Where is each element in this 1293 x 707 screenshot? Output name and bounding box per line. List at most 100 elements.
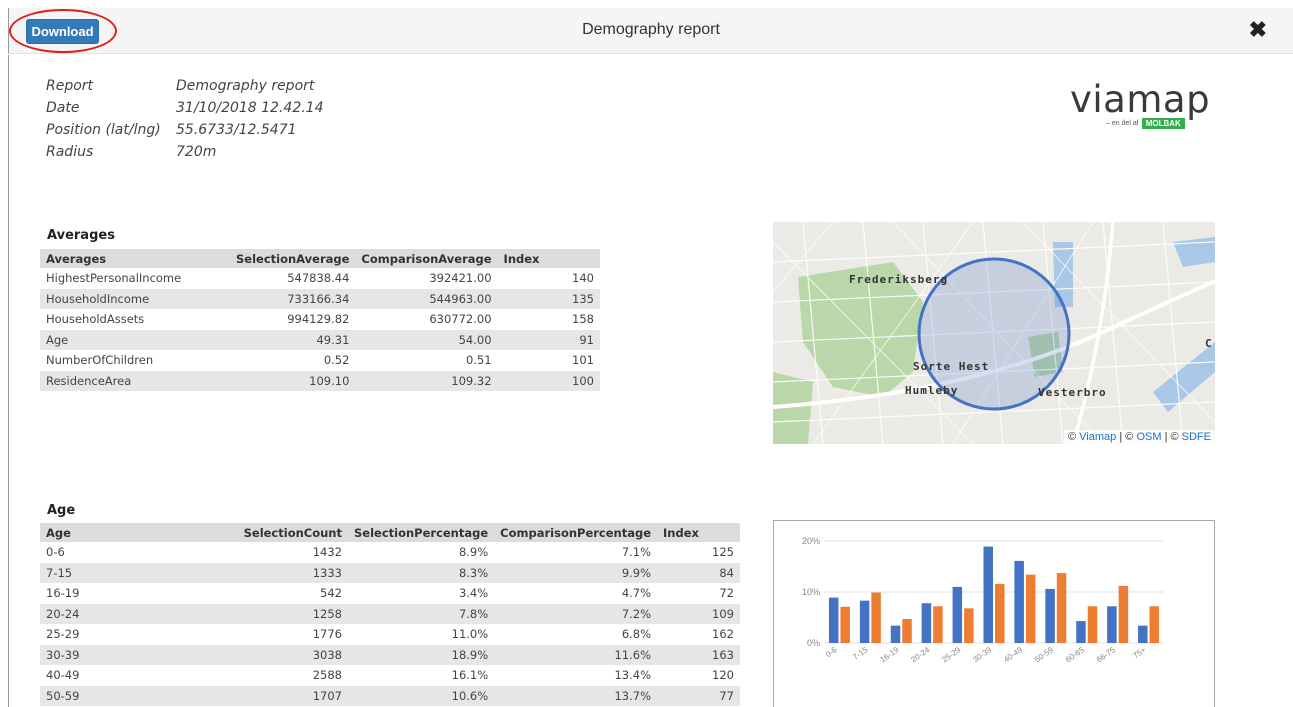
table-row: 40-49 2588 16.1% 13.4% 120 (40, 665, 740, 686)
table-row: 25-29 1776 11.0% 6.8% 162 (40, 624, 740, 645)
info-key: Report (46, 78, 94, 94)
table-cell: 733166.34 (230, 288, 356, 309)
sdfe-link[interactable]: SDFE (1182, 431, 1211, 443)
info-value: Demography report (176, 78, 315, 94)
table-cell: 1333 (230, 562, 348, 583)
col-header: Averages (40, 249, 230, 268)
metric-label: ResidenceArea (40, 370, 230, 391)
table-cell: 1432 (312, 545, 342, 560)
x-tick-label: 0-6 (824, 645, 839, 659)
table-row: HighestPersonalIncome 547838.44 392421.00 1… (40, 268, 600, 289)
info-value: 55.6733/12.5471 (176, 122, 297, 138)
bar (859, 600, 870, 643)
table-row: HouseholdIncome 733166.34 544963.00 135 (40, 288, 600, 309)
table-row: 50-59 1707 10.6% 13.7% 77 (40, 685, 740, 706)
table-row: ResidenceArea 109.10 109.32 100 (40, 370, 600, 391)
metric-label: HighestPersonalIncome (46, 271, 182, 286)
table-cell: 162 (712, 627, 734, 642)
col-header: Index (497, 249, 600, 268)
averages-table: Averages SelectionAverage ComparisonAver… (40, 249, 600, 391)
table-cell: 13.4% (614, 668, 652, 683)
location-map[interactable]: Frederiksberg Sorte Hest Humleby Vesterb… (773, 222, 1215, 444)
x-tick-label: 40-49 (1002, 645, 1024, 664)
table-cell: 2588 (312, 668, 342, 683)
age-group-label: 7-15 (40, 562, 230, 583)
close-icon[interactable]: ✖ (1249, 17, 1267, 43)
table-cell: 140 (572, 271, 594, 286)
attrib-text: | © (1119, 431, 1134, 443)
map-canvas: Frederiksberg Sorte Hest Humleby Vesterb… (773, 222, 1215, 444)
bar (933, 606, 943, 643)
table-cell: 8.9% (458, 545, 489, 560)
table-row: Age 49.31 54.00 91 (40, 329, 600, 350)
age-group-label: 16-19 (46, 586, 80, 601)
bar (1056, 573, 1067, 643)
age-table: Age SelectionCount SelectionPercentage C… (40, 523, 740, 706)
x-tick-label: 20-24 (909, 645, 931, 664)
map-label: Frederiksberg (849, 273, 948, 286)
table-row: HouseholdAssets 994129.82 630772.00 158 (40, 309, 600, 330)
table-cell: 1258 (230, 603, 348, 624)
table-cell: 91 (497, 329, 600, 350)
attrib-text: © (1068, 431, 1077, 443)
table-cell: 109 (657, 603, 740, 624)
info-row-report: Report Demography report (46, 75, 324, 97)
col-header: Index (657, 523, 740, 542)
table-row: 16-19 542 3.4% 4.7% 72 (40, 583, 740, 604)
col-header: SelectionAverage (230, 249, 356, 268)
table-cell: 544963.00 (355, 288, 498, 309)
table-cell: 125 (712, 545, 734, 560)
metric-label: NumberOfChildren (46, 353, 154, 368)
bar (902, 619, 912, 643)
table-cell: 6.8% (621, 627, 652, 642)
table-cell: 77 (657, 685, 740, 706)
y-tick-label: 10% (802, 587, 820, 597)
table-cell: 10.6% (348, 685, 495, 706)
table-cell: 84 (657, 562, 740, 583)
info-row-position: Position (lat/lng) 55.6733/12.5471 (46, 119, 324, 141)
table-cell: 1776 (312, 627, 342, 642)
bar (1025, 574, 1036, 643)
table-cell: 4.7% (621, 586, 652, 601)
col-header: ComparisonPercentage (494, 523, 658, 542)
logo-sub-text: – en del af (1106, 120, 1139, 127)
table-cell: 9.9% (494, 562, 658, 583)
table-cell: 3.4% (458, 586, 489, 601)
table-cell: 13.7% (494, 685, 658, 706)
bar (1045, 588, 1055, 643)
table-cell: 120 (712, 668, 734, 683)
age-group-label: 0-6 (46, 545, 65, 560)
table-cell: 7.8% (348, 603, 495, 624)
table-cell: 8.3% (348, 562, 495, 583)
osm-link[interactable]: OSM (1136, 431, 1161, 443)
x-tick-label: 30-39 (971, 645, 993, 664)
table-cell: 109.10 (230, 370, 356, 391)
table-cell: 72 (719, 586, 734, 601)
logo-brand: MOLBAK (1141, 118, 1185, 129)
x-tick-label: 7-15 (851, 645, 870, 662)
table-cell: 158 (572, 312, 594, 327)
map-label: Sorte Hest (913, 360, 989, 373)
bar (828, 597, 839, 643)
table-cell: 11.0% (451, 627, 489, 642)
table-row: 7-15 1333 8.3% 9.9% 84 (40, 562, 740, 583)
bar (1118, 585, 1129, 643)
x-tick-label: 50-59 (1033, 645, 1055, 664)
age-group-label: 40-49 (46, 668, 80, 683)
table-row: 20-24 1258 7.8% 7.2% 109 (40, 603, 740, 624)
viamap-link[interactable]: Viamap (1079, 431, 1116, 443)
table-cell: 11.6% (494, 644, 658, 665)
report-header: Download Demography report ✖ (8, 8, 1293, 54)
age-title: Age (47, 503, 76, 518)
bar (1138, 625, 1148, 643)
table-cell: 100 (497, 370, 600, 391)
col-header: SelectionPercentage (348, 523, 495, 542)
age-group-label: 25-29 (46, 627, 80, 642)
col-header: Age (40, 523, 230, 542)
bar (1076, 621, 1086, 643)
map-label: Vesterbro (1038, 386, 1107, 399)
map-label: C (1205, 337, 1213, 350)
table-row: NumberOfChildren 0.52 0.51 101 (40, 350, 600, 371)
y-tick-label: 0% (807, 638, 820, 648)
info-value: 31/10/2018 12.42.14 (176, 100, 324, 116)
